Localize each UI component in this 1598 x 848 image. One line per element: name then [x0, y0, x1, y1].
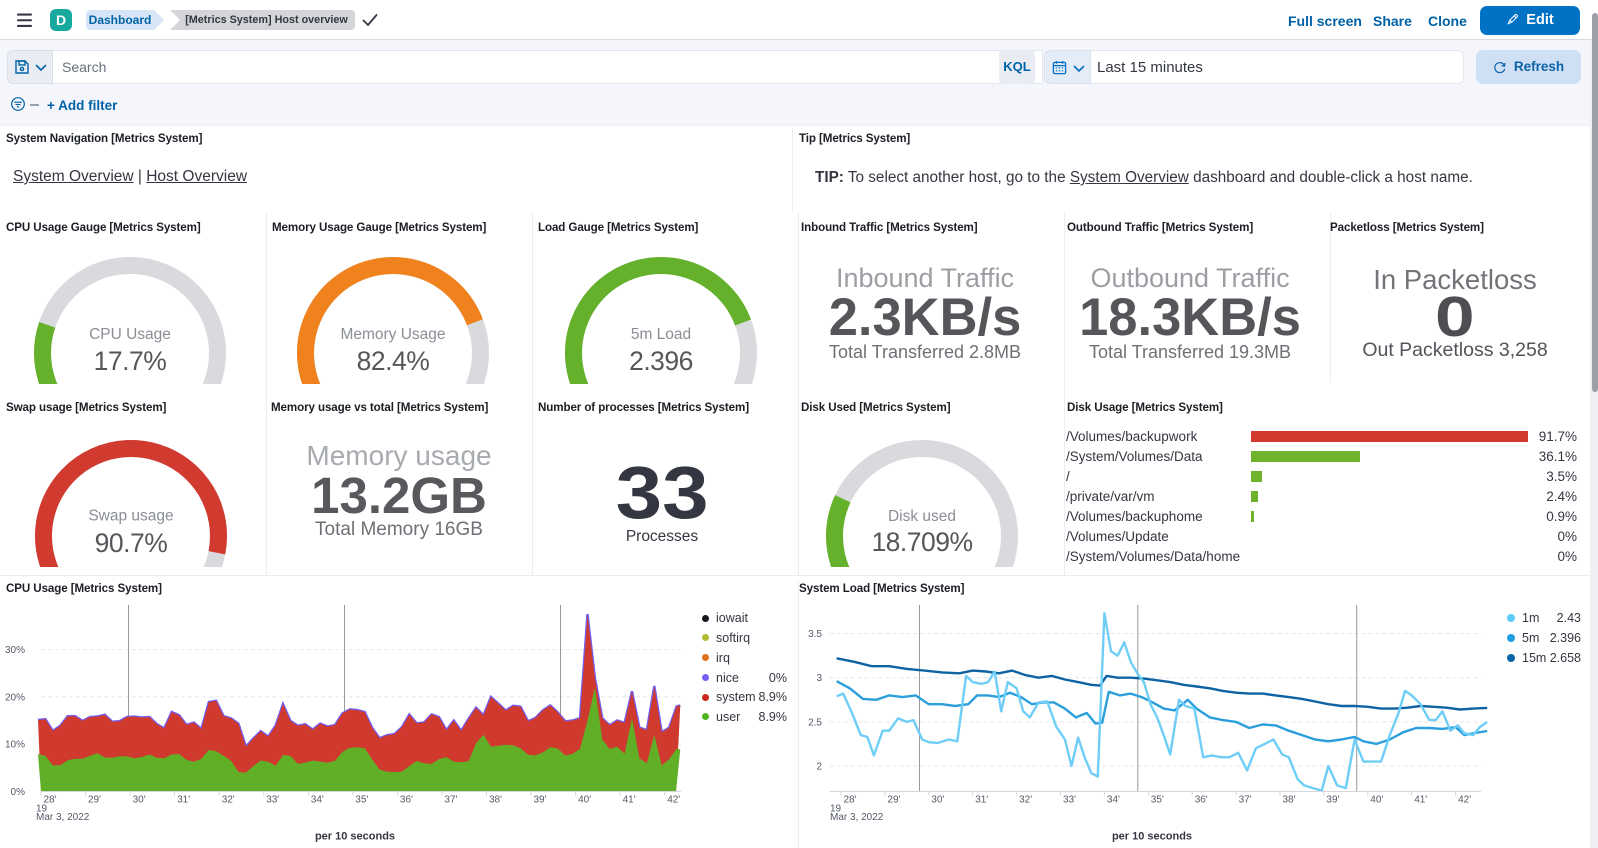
svg-text:34': 34'	[311, 795, 324, 806]
svg-text:37': 37'	[444, 795, 457, 806]
svg-text:40': 40'	[1370, 795, 1383, 806]
svg-text:30%: 30%	[5, 645, 25, 656]
svg-text:38': 38'	[1283, 795, 1296, 806]
svg-text:29': 29'	[887, 795, 900, 806]
svg-text:5m Load: 5m Load	[631, 326, 691, 343]
svg-text:17.7%: 17.7%	[94, 346, 167, 376]
svg-text:29': 29'	[88, 795, 101, 806]
svg-text:39': 39'	[1326, 795, 1339, 806]
svg-text:30': 30'	[931, 795, 944, 806]
svg-text:3.5: 3.5	[808, 629, 822, 640]
svg-text:34': 34'	[1107, 795, 1120, 806]
svg-text:3: 3	[816, 673, 822, 684]
svg-text:32': 32'	[1019, 795, 1032, 806]
svg-text:2.396: 2.396	[629, 346, 693, 376]
svg-text:41': 41'	[623, 795, 636, 806]
svg-text:41': 41'	[1414, 795, 1427, 806]
svg-text:33': 33'	[266, 795, 279, 806]
svg-text:0%: 0%	[11, 787, 26, 798]
svg-text:2.5: 2.5	[808, 717, 822, 728]
svg-text:36': 36'	[400, 795, 413, 806]
svg-text:31': 31'	[177, 795, 190, 806]
svg-text:Mar 3, 2022: Mar 3, 2022	[36, 812, 90, 823]
svg-text:per 10 seconds: per 10 seconds	[315, 831, 395, 843]
svg-text:30': 30'	[133, 795, 146, 806]
svg-text:2: 2	[816, 762, 822, 773]
svg-text:40': 40'	[578, 795, 591, 806]
svg-text:33': 33'	[1063, 795, 1076, 806]
svg-text:20%: 20%	[5, 692, 25, 703]
svg-text:28': 28'	[844, 795, 857, 806]
svg-text:Disk used: Disk used	[888, 508, 956, 525]
svg-text:38': 38'	[489, 795, 502, 806]
svg-text:Memory Usage: Memory Usage	[340, 326, 445, 343]
svg-text:36': 36'	[1195, 795, 1208, 806]
svg-text:37': 37'	[1239, 795, 1252, 806]
svg-text:Swap usage: Swap usage	[88, 508, 173, 525]
svg-text:90.7%: 90.7%	[95, 528, 168, 558]
svg-text:42': 42'	[667, 795, 680, 806]
svg-text:10%: 10%	[5, 740, 25, 751]
svg-text:per 10 seconds: per 10 seconds	[1112, 831, 1192, 843]
svg-text:35': 35'	[1151, 795, 1164, 806]
svg-text:42': 42'	[1458, 795, 1471, 806]
svg-text:82.4%: 82.4%	[357, 346, 430, 376]
svg-text:32': 32'	[222, 795, 235, 806]
svg-text:39': 39'	[534, 795, 547, 806]
svg-text:18.709%: 18.709%	[871, 527, 972, 557]
svg-text:31': 31'	[975, 795, 988, 806]
svg-text:CPU Usage: CPU Usage	[89, 326, 171, 343]
svg-text:Mar 3, 2022: Mar 3, 2022	[830, 812, 884, 823]
svg-text:35': 35'	[355, 795, 368, 806]
